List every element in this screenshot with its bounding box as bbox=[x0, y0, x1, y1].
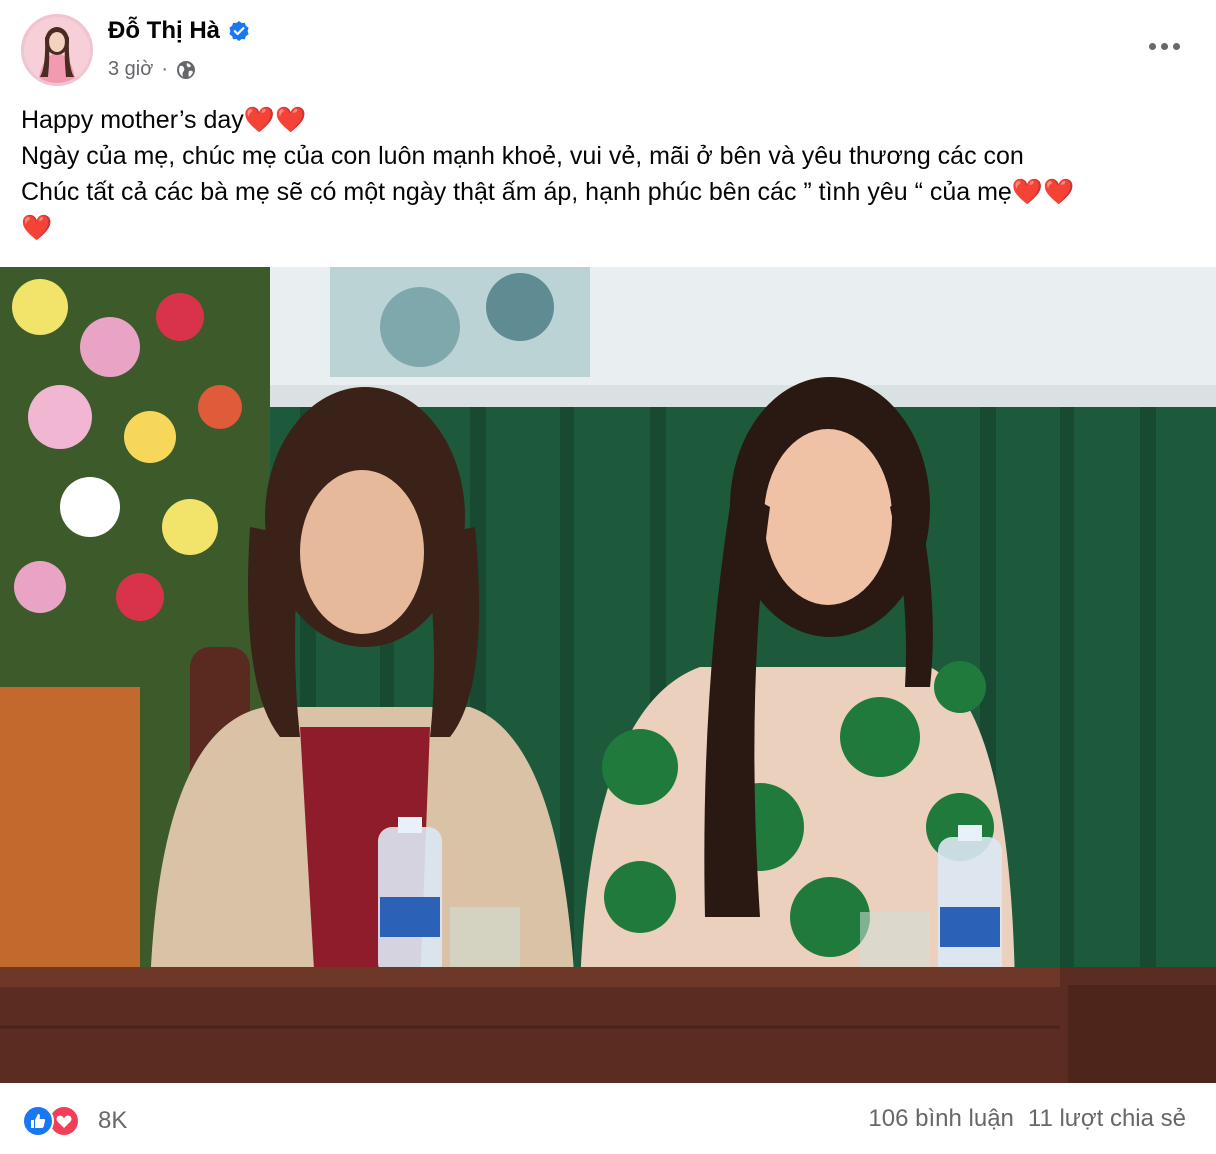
engagement-stats: 106 bình luận 11 lượt chia sẻ bbox=[868, 1105, 1186, 1133]
verified-badge-icon bbox=[228, 20, 250, 42]
more-dot bbox=[1160, 42, 1168, 50]
globe-icon[interactable] bbox=[176, 60, 196, 80]
post-photo[interactable] bbox=[0, 267, 1216, 1083]
more-dot bbox=[1148, 42, 1156, 50]
caption-line-3-text: Chúc tất cả các bà mẹ sẽ có một ngày thậ… bbox=[21, 178, 1012, 206]
caption-line-1: Happy mother’s day❤️❤️ bbox=[21, 102, 1201, 138]
post-footer: 8K 106 bình luận 11 lượt chia sẻ bbox=[0, 1083, 1216, 1154]
meta-separator: · bbox=[161, 58, 169, 80]
post-header: Đỗ Thị Hà 3 giờ · bbox=[0, 0, 1216, 100]
shares-count-link[interactable]: 11 lượt chia sẻ bbox=[1028, 1105, 1186, 1133]
caption-line-1-text: Happy mother’s day bbox=[21, 106, 244, 134]
caption-line-3: Chúc tất cả các bà mẹ sẽ có một ngày thậ… bbox=[21, 174, 1201, 210]
like-icon bbox=[22, 1105, 54, 1137]
author-avatar[interactable] bbox=[21, 14, 93, 86]
author-line: Đỗ Thị Hà bbox=[108, 17, 250, 45]
reaction-summary[interactable]: 8K bbox=[22, 1105, 127, 1137]
heart-emoji: ❤️❤️ bbox=[1011, 178, 1075, 206]
caption-line-2: Ngày của mẹ, chúc mẹ của con luôn mạnh k… bbox=[21, 142, 1024, 170]
heart-emoji: ❤️ bbox=[21, 214, 53, 242]
more-options-icon[interactable] bbox=[1142, 28, 1186, 64]
more-dot bbox=[1172, 42, 1180, 50]
caption-line-4: ❤️ bbox=[21, 210, 1201, 246]
post-timestamp[interactable]: 3 giờ bbox=[108, 58, 153, 81]
author-name[interactable]: Đỗ Thị Hà bbox=[108, 17, 220, 45]
reaction-count: 8K bbox=[98, 1107, 128, 1134]
comments-count-link[interactable]: 106 bình luận bbox=[868, 1105, 1013, 1133]
post-meta: 3 giờ · bbox=[108, 58, 196, 81]
heart-emoji: ❤️❤️ bbox=[243, 106, 307, 134]
post-caption: Happy mother’s day❤️❤️ Ngày của mẹ, chúc… bbox=[21, 102, 1201, 246]
